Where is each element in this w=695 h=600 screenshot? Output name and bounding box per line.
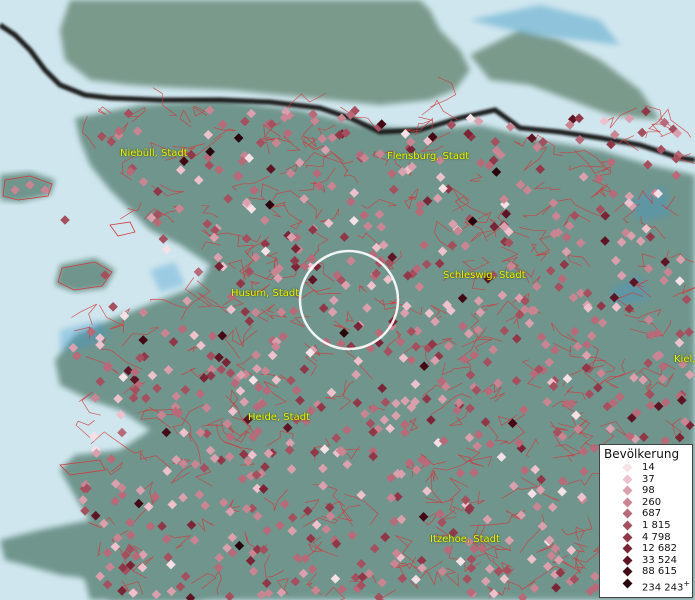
legend-row: 33 524 — [600, 555, 692, 567]
legend-swatch — [622, 497, 633, 508]
legend-label: 234 243+ — [642, 578, 691, 594]
legend-label: 88 615 — [642, 566, 677, 578]
city-label-heide: Heide, Stadt — [248, 412, 310, 423]
population-legend: Bevölkerung 14 37 98 260 687 1 815 4 798 12 682… — [599, 444, 693, 598]
legend-row: 37 — [600, 474, 692, 486]
legend-swatch — [622, 566, 633, 577]
map-canvas[interactable] — [0, 0, 695, 600]
legend-row: 98 — [600, 485, 692, 497]
legend-swatch — [622, 532, 633, 543]
legend-label: 14 — [642, 462, 655, 473]
legend-swatch — [622, 555, 633, 566]
legend-swatch — [622, 462, 633, 473]
legend-label: 12 682 — [642, 543, 677, 555]
legend-swatch — [622, 578, 633, 589]
legend-swatch — [622, 474, 633, 485]
city-label-kiel: Kiel, — [674, 354, 695, 365]
city-label-husum: Husum, Stadt — [231, 288, 300, 299]
legend-swatch — [622, 543, 633, 554]
legend-row: 4 798 — [600, 532, 692, 544]
legend-row: 260 — [600, 497, 692, 509]
legend-row: 687 — [600, 508, 692, 520]
legend-swatch — [622, 520, 633, 531]
legend-label: 687 — [642, 508, 662, 520]
map-view[interactable]: Niebüll, Stadt Flensburg, Stadt Schleswi… — [0, 0, 695, 600]
legend-label: 1 815 — [642, 519, 671, 531]
legend-label: 33 524 — [642, 554, 677, 566]
legend-label: 260 — [642, 496, 662, 508]
legend-row: 14 — [600, 462, 692, 474]
legend-swatch — [622, 485, 633, 496]
legend-swatch — [622, 508, 633, 519]
legend-suffix: + — [683, 578, 691, 588]
legend-label: 37 — [642, 473, 655, 485]
legend-row: 12 682 — [600, 543, 692, 555]
legend-title: Bevölkerung — [604, 447, 680, 461]
city-label-itzehoe: Itzehoe, Stadt — [430, 534, 500, 545]
legend-row: 1 815 — [600, 520, 692, 532]
city-label-niebuell: Niebüll, Stadt — [120, 148, 188, 159]
legend-label: 4 798 — [642, 531, 671, 543]
city-label-flensburg: Flensburg, Stadt — [387, 151, 470, 162]
legend-label: 98 — [642, 485, 655, 497]
legend-classes: 14 37 98 260 687 1 815 4 798 12 682 33 524 88 615… — [600, 462, 692, 594]
legend-row: 234 243+ — [600, 578, 692, 594]
legend-row: 88 615 — [600, 566, 692, 578]
city-label-schleswig: Schleswig, Stadt — [443, 270, 526, 281]
